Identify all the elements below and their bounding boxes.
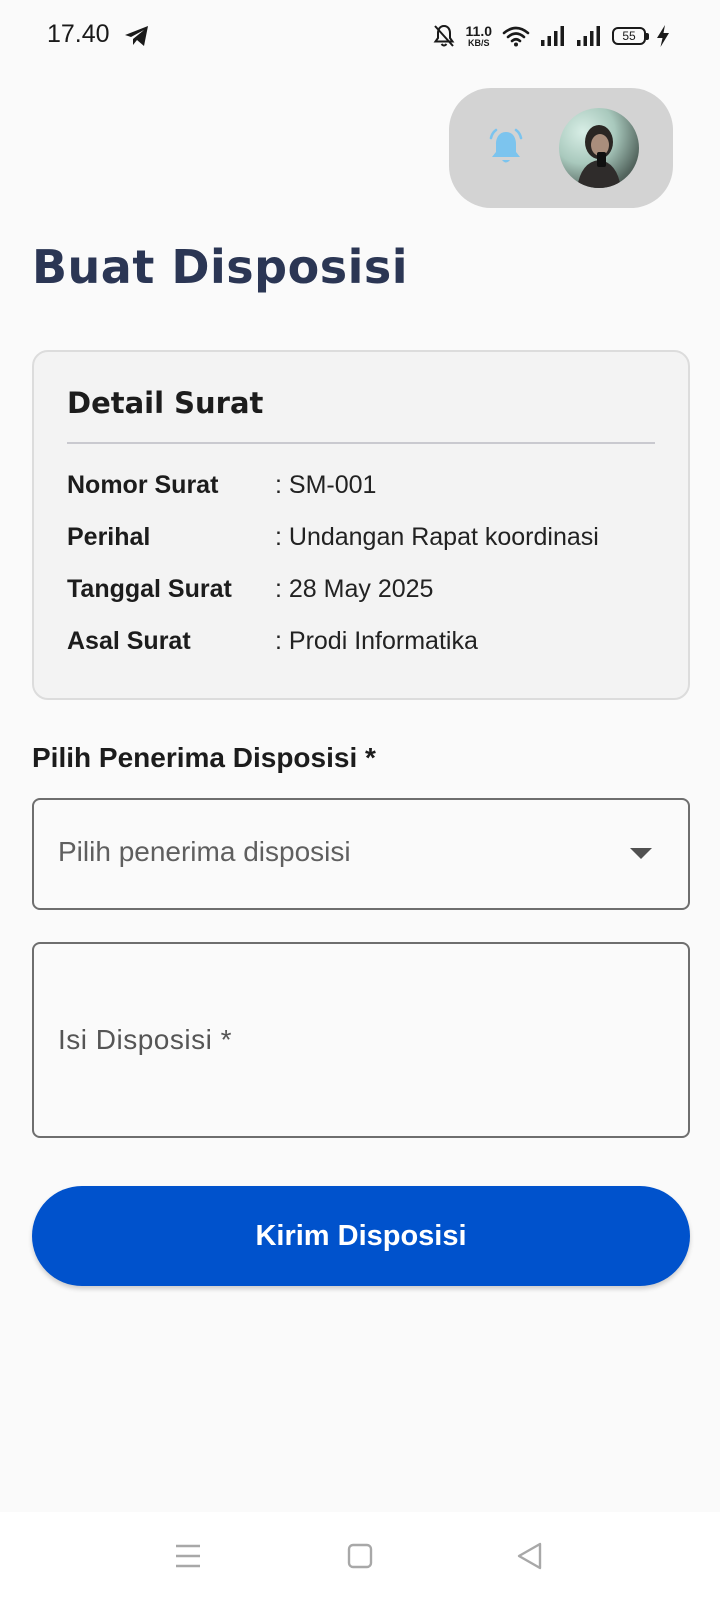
avatar[interactable]: [559, 108, 639, 188]
charging-icon: [657, 25, 669, 47]
detail-card: Detail Surat Nomor Surat : SM-001 Periha…: [32, 350, 690, 700]
header-actions: [449, 88, 673, 208]
dropdown-arrow-icon: [630, 848, 652, 859]
system-nav-bar: [0, 1512, 720, 1600]
detail-label: Perihal: [67, 522, 151, 551]
detail-row-asal-surat: Asal Surat : Prodi Informatika: [67, 624, 657, 658]
network-speed-unit: KB/S: [468, 38, 490, 48]
signal-icon: [541, 26, 564, 46]
notification-button[interactable]: [484, 126, 528, 170]
bell-icon: [489, 128, 523, 163]
detail-value: : Undangan Rapat koordinasi: [275, 522, 599, 551]
isi-disposisi-label: Isi Disposisi *: [58, 1024, 232, 1055]
card-title: Detail Surat: [67, 386, 264, 420]
home-icon: [347, 1543, 373, 1569]
detail-value: : SM-001: [275, 470, 377, 499]
page-title: Buat Disposisi: [32, 240, 409, 294]
nav-menu-button[interactable]: [166, 1534, 210, 1578]
detail-label: Nomor Surat: [67, 470, 219, 499]
detail-row-perihal: Perihal : Undangan Rapat koordinasi: [67, 520, 657, 554]
detail-value: : Prodi Informatika: [275, 626, 478, 655]
detail-label: Asal Surat: [67, 626, 191, 655]
network-speed: 11.0 KB/S: [466, 24, 492, 48]
status-icons: 11.0 KB/S 55: [432, 20, 670, 52]
wifi-icon: [502, 26, 530, 47]
user-avatar: [577, 125, 621, 188]
recipient-dropdown[interactable]: Pilih penerima disposisi: [32, 798, 690, 910]
detail-value: : 28 May 2025: [275, 574, 434, 603]
telegram-icon: [125, 26, 148, 46]
detail-row-tanggal-surat: Tanggal Surat : 28 May 2025: [67, 572, 657, 606]
isi-disposisi-field[interactable]: Isi Disposisi *: [32, 942, 690, 1138]
status-time: 17.40: [47, 20, 110, 48]
battery-level: 55: [622, 29, 636, 43]
kirim-disposisi-button[interactable]: Kirim Disposisi: [32, 1186, 690, 1286]
mute-bell-icon: [433, 24, 454, 47]
nav-back-button[interactable]: [508, 1534, 552, 1578]
signal-icon: [577, 26, 600, 46]
battery-icon: 55: [612, 27, 649, 45]
detail-row-nomor-surat: Nomor Surat : SM-001: [67, 468, 657, 502]
nav-home-button[interactable]: [338, 1534, 382, 1578]
recipient-placeholder: Pilih penerima disposisi: [58, 836, 351, 867]
divider: [67, 442, 655, 444]
recipient-label: Pilih Penerima Disposisi *: [32, 742, 376, 773]
status-bar: 17.40 11.0 KB/S 55: [0, 0, 720, 72]
detail-label: Tanggal Surat: [67, 574, 232, 603]
back-icon: [517, 1542, 542, 1570]
network-speed-value: 11.0: [465, 23, 492, 39]
menu-icon: [176, 1544, 200, 1568]
